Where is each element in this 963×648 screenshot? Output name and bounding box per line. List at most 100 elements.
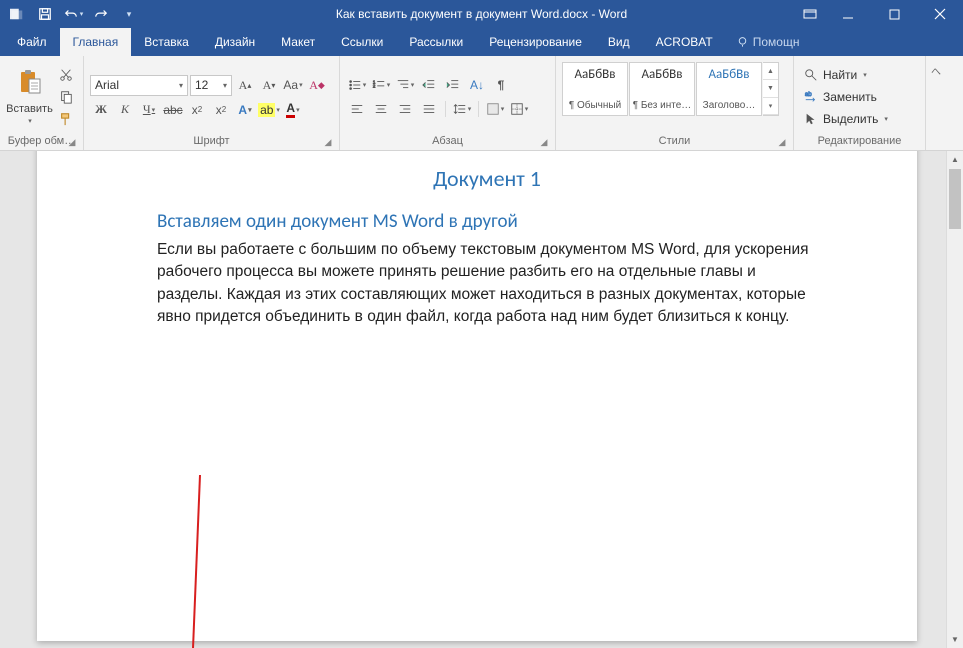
style-name: Заголово… [703, 100, 756, 111]
tell-me-label: Помощн [753, 35, 800, 49]
sort-icon[interactable]: A↓ [466, 75, 488, 95]
style-normal[interactable]: АаБбВв ¶ Обычный [562, 62, 628, 116]
tab-acrobat[interactable]: ACROBAT [643, 28, 726, 56]
paste-icon [18, 69, 42, 101]
shrink-font-icon[interactable]: A▾ [258, 75, 280, 95]
chevron-down-icon[interactable]: ▼ [763, 80, 778, 97]
tab-insert[interactable]: Вставка [131, 28, 202, 56]
replace-label: Заменить [823, 90, 877, 104]
group-label-clipboard: Буфер обм… [8, 135, 75, 147]
vertical-scrollbar[interactable]: ▲ ▼ [946, 151, 963, 648]
paste-label: Вставить [6, 103, 53, 115]
bullets-icon[interactable]: ▾ [346, 75, 368, 95]
document-area: Документ 1 Вставляем один документ MS Wo… [0, 151, 963, 648]
align-left-icon[interactable] [346, 99, 368, 119]
group-styles: АаБбВв ¶ Обычный АаБбВв ¶ Без инте… АаБб… [556, 56, 794, 150]
italic-button[interactable]: К [114, 100, 136, 120]
save-icon[interactable] [32, 2, 58, 26]
close-button[interactable] [917, 0, 963, 28]
decrease-indent-icon[interactable] [418, 75, 440, 95]
scrollbar-thumb[interactable] [949, 169, 961, 229]
paste-button[interactable]: Вставить ▾ [6, 64, 53, 130]
qat-customize-icon[interactable]: ▾ [116, 2, 142, 26]
group-label-styles: Стили [659, 135, 691, 147]
font-name-select[interactable]: Arial▾ [90, 75, 188, 96]
tab-layout[interactable]: Макет [268, 28, 328, 56]
font-size-value: 12 [195, 78, 208, 92]
show-marks-icon[interactable]: ¶ [490, 75, 512, 95]
highlight-icon[interactable]: ab▾ [258, 100, 280, 120]
strikethrough-button[interactable]: abc [162, 100, 184, 120]
subscript-button[interactable]: x2 [186, 100, 208, 120]
group-label-editing: Редактирование [818, 135, 902, 147]
collapse-ribbon-icon[interactable]: へ [925, 60, 947, 80]
shading-icon[interactable]: ▾ [484, 99, 506, 119]
numbering-icon[interactable]: 12▾ [370, 75, 392, 95]
style-no-spacing[interactable]: АаБбВв ¶ Без инте… [629, 62, 695, 116]
maximize-button[interactable] [871, 0, 917, 28]
superscript-button[interactable]: x2 [210, 100, 232, 120]
tab-home[interactable]: Главная [60, 28, 132, 56]
clear-formatting-icon[interactable]: A◆ [306, 75, 328, 95]
redo-icon[interactable] [88, 2, 114, 26]
underline-button[interactable]: Ч▾ [138, 100, 160, 120]
doc-subtitle: Вставляем один документ MS Word в другой [157, 210, 817, 233]
window-title: Как вставить документ в документ Word.do… [336, 7, 627, 21]
cut-icon[interactable] [55, 65, 77, 85]
align-center-icon[interactable] [370, 99, 392, 119]
bold-button[interactable]: Ж [90, 100, 112, 120]
copy-icon[interactable] [55, 87, 77, 107]
minimize-button[interactable] [825, 0, 871, 28]
style-preview: АаБбВв [642, 67, 683, 82]
borders-icon[interactable]: ▾ [508, 99, 530, 119]
styles-gallery-expand[interactable]: ▲ ▼ ▾ [763, 62, 779, 116]
font-name-value: Arial [95, 78, 119, 92]
dialog-launcher-icon[interactable]: ◢ [539, 137, 549, 147]
select-button[interactable]: Выделить▾ [804, 109, 915, 129]
tab-references[interactable]: Ссылки [328, 28, 396, 56]
multilevel-list-icon[interactable]: ▾ [394, 75, 416, 95]
tab-design[interactable]: Дизайн [202, 28, 268, 56]
find-label: Найти [823, 68, 857, 82]
style-heading1[interactable]: АаБбВв Заголово… [696, 62, 762, 116]
replace-button[interactable]: ab Заменить [804, 87, 915, 107]
chevron-up-icon[interactable]: ▲ [763, 63, 778, 80]
group-label-font: Шрифт [193, 135, 229, 147]
document-page-1[interactable]: Документ 1 Вставляем один документ MS Wo… [37, 151, 917, 641]
group-editing: Найти▾ ab Заменить Выделить▾ Редактирова… [794, 56, 926, 150]
change-case-icon[interactable]: Aa▾ [282, 75, 304, 95]
grow-font-icon[interactable]: A▴ [234, 75, 256, 95]
window-buttons [795, 0, 963, 28]
scroll-down-icon[interactable]: ▼ [947, 631, 963, 648]
dialog-launcher-icon[interactable]: ◢ [67, 137, 77, 147]
align-right-icon[interactable] [394, 99, 416, 119]
dialog-launcher-icon[interactable]: ◢ [777, 137, 787, 147]
tab-view[interactable]: Вид [595, 28, 643, 56]
tab-review[interactable]: Рецензирование [476, 28, 595, 56]
group-paragraph: ▾ 12▾ ▾ A↓ ¶ ▾ ▾ ▾ Абзац ◢ [340, 56, 556, 150]
tell-me[interactable]: Помощн [726, 28, 810, 56]
justify-icon[interactable] [418, 99, 440, 119]
tab-mailings[interactable]: Рассылки [396, 28, 476, 56]
tab-file[interactable]: Файл [4, 28, 60, 56]
expand-icon[interactable]: ▾ [763, 98, 778, 115]
ribbon-display-options-icon[interactable] [795, 0, 825, 28]
font-color-icon[interactable]: A▾ [282, 100, 304, 120]
find-button[interactable]: Найти▾ [804, 65, 915, 85]
increase-indent-icon[interactable] [442, 75, 464, 95]
dialog-launcher-icon[interactable]: ◢ [323, 137, 333, 147]
group-font: Arial▾ 12▾ A▴ A▾ Aa▾ A◆ Ж К Ч▾ abc x2 x2… [84, 56, 340, 150]
doc-title: Документ 1 [157, 165, 817, 192]
font-size-select[interactable]: 12▾ [190, 75, 232, 96]
word-app-icon[interactable] [4, 2, 30, 26]
text-effects-icon[interactable]: A▾ [234, 100, 256, 120]
format-painter-icon[interactable] [55, 109, 77, 129]
chevron-down-icon: ▾ [28, 117, 32, 125]
quick-access-toolbar: ▾ ▾ [0, 2, 146, 26]
undo-icon[interactable]: ▾ [60, 2, 86, 26]
scroll-up-icon[interactable]: ▲ [947, 151, 963, 168]
svg-text:ab: ab [805, 91, 812, 98]
style-preview: АаБбВв [709, 67, 750, 82]
group-label-paragraph: Абзац [432, 135, 463, 147]
line-spacing-icon[interactable]: ▾ [451, 99, 473, 119]
